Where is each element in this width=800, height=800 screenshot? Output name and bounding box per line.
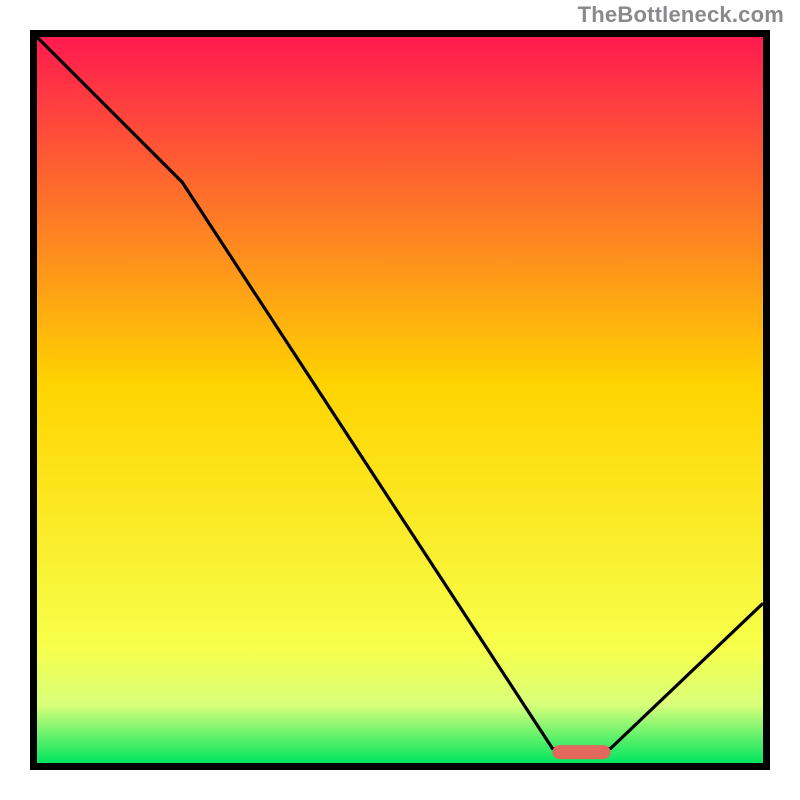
chart-container: TheBottleneck.com — [0, 0, 800, 800]
chart-plot-frame — [30, 30, 770, 770]
chart-svg — [37, 37, 763, 763]
chart-min-marker — [552, 745, 610, 759]
attribution-label: TheBottleneck.com — [578, 2, 784, 28]
